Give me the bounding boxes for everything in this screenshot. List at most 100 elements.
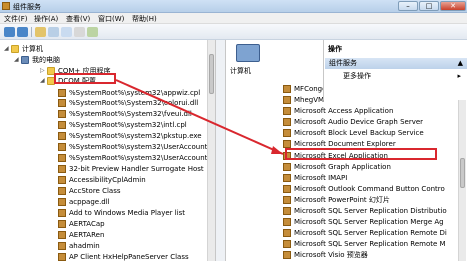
component-icon: [283, 85, 291, 93]
collapse-icon[interactable]: ◢: [4, 44, 11, 54]
tree-item[interactable]: %SystemRoot%\system32\pkstup.exe: [58, 131, 202, 141]
list-item[interactable]: Microsoft SQL Server Replication Distrib…: [283, 206, 447, 216]
tree-item-label: AP Client HxHelpPaneServer Class: [69, 253, 189, 261]
component-icon: [283, 240, 291, 248]
action-pane: 操作 组件服务 ▲ 更多操作 ▸: [323, 40, 467, 100]
list-item-label: Microsoft Document Explorer: [294, 140, 396, 148]
tree-item[interactable]: %SystemRoot%\system32\UserAccountContr: [58, 153, 215, 163]
tree-item[interactable]: ahadmin: [58, 241, 100, 251]
tree-item[interactable]: AccStore Class: [58, 186, 121, 196]
list-item-label: Microsoft IMAPI: [294, 174, 348, 182]
component-icon: [283, 129, 291, 137]
tree-scrollbar[interactable]: [207, 40, 215, 261]
list-item[interactable]: Microsoft IMAPI: [283, 173, 347, 183]
tree-item[interactable]: %SystemRoot%\system32\appwiz.cpl: [58, 88, 200, 98]
folder-icon: [11, 45, 19, 53]
list-item[interactable]: Microsoft Access Application: [283, 106, 393, 116]
back-icon[interactable]: [4, 27, 15, 37]
list-scrollbar[interactable]: [458, 100, 466, 261]
list-item[interactable]: Microsoft Visio 预览器: [283, 250, 368, 260]
component-icon: [283, 229, 291, 237]
scrollbar-thumb[interactable]: [209, 54, 214, 94]
tree-item[interactable]: acppage.dll: [58, 197, 110, 207]
arrowhead: [271, 146, 283, 154]
tree-item[interactable]: %SystemRoot%\System32\fveui.dll: [58, 109, 192, 119]
properties-icon[interactable]: [74, 27, 85, 37]
tree-item[interactable]: AP Client HxHelpPaneServer Class: [58, 252, 189, 261]
component-icon: [283, 218, 291, 226]
list-item[interactable]: Microsoft SQL Server Replication Remote …: [283, 228, 447, 238]
tree-item[interactable]: Add to Windows Media Player list: [58, 208, 185, 218]
maximize-button[interactable]: □: [419, 1, 439, 11]
tree-item[interactable]: AERTARen: [58, 230, 104, 240]
component-icon: [58, 89, 66, 97]
list-item-label: Microsoft SQL Server Replication Merge A…: [294, 218, 444, 226]
menu-view[interactable]: 查看(V): [66, 14, 90, 24]
help-icon[interactable]: [87, 27, 98, 37]
list-item-label: Microsoft Block Level Backup Service: [294, 129, 424, 137]
list-item-label: Microsoft Audio Device Graph Server: [294, 118, 424, 126]
tree-item-label: AccStore Class: [69, 187, 121, 195]
component-icon: [58, 176, 66, 184]
list-item[interactable]: Microsoft Audio Device Graph Server: [283, 117, 423, 127]
toolbar-separator: [31, 27, 32, 37]
list-item-label: Microsoft Graph Application: [294, 163, 391, 171]
list-item[interactable]: Microsoft Block Level Backup Service: [283, 128, 424, 138]
tree-item[interactable]: %SystemRoot%\System32\colorui.dll: [58, 98, 198, 108]
component-icon: [58, 132, 66, 140]
list-item[interactable]: Microsoft SQL Server Replication Merge A…: [283, 217, 444, 227]
tree-item-label: %SystemRoot%\System32\fveui.dll: [69, 110, 192, 118]
list-item[interactable]: MhegVM: [283, 95, 324, 105]
list-item-label: Microsoft SQL Server Replication Remote …: [294, 240, 446, 248]
list-item[interactable]: Microsoft PowerPoint 幻灯片: [283, 195, 390, 205]
list-item[interactable]: Microsoft Outlook Command Button Contro: [283, 184, 445, 194]
action-section-label: 组件服务: [329, 59, 357, 67]
collapse-arrow-icon[interactable]: ▲: [458, 58, 463, 69]
show-tree-icon[interactable]: [48, 27, 59, 37]
expand-icon[interactable]: ▷: [40, 66, 47, 76]
middle-item-label[interactable]: 计算机: [230, 66, 251, 76]
component-icon: [58, 242, 66, 250]
component-icon: [58, 110, 66, 118]
close-button[interactable]: ✕: [440, 1, 466, 11]
list-view-icon[interactable]: [61, 27, 72, 37]
tree-item[interactable]: %SystemRoot%\system32\UserAccountContr: [58, 142, 215, 152]
collapse-icon[interactable]: ◢: [14, 55, 21, 65]
menu-file[interactable]: 文件(F): [4, 14, 28, 24]
action-section-component-services[interactable]: 组件服务 ▲: [325, 58, 467, 69]
tree-item[interactable]: 32-bit Preview Handler Surrogate Host: [58, 164, 204, 174]
list-item-label: Microsoft SQL Server Replication Remote …: [294, 229, 447, 237]
list-item-label: Microsoft Access Application: [294, 107, 394, 115]
more-actions-item[interactable]: 更多操作 ▸: [325, 71, 467, 82]
component-icon: [283, 107, 291, 115]
list-item[interactable]: Microsoft SQL Server Replication Remote …: [283, 239, 446, 249]
tree-item[interactable]: AccessibilityCplAdmin: [58, 175, 146, 185]
tree-item-label: 我的电脑: [32, 56, 60, 64]
tree-item-label: 32-bit Preview Handler Surrogate Host: [69, 165, 204, 173]
component-icon: [58, 209, 66, 217]
tree-item-label: AERTARen: [69, 231, 105, 239]
forward-icon[interactable]: [17, 27, 28, 37]
component-icon: [58, 165, 66, 173]
tree-item[interactable]: %SystemRoot%\system32\intl.cpl: [58, 120, 187, 130]
computer-folder-icon[interactable]: [236, 44, 260, 62]
up-folder-icon[interactable]: [35, 27, 46, 37]
tree-item-my-computer[interactable]: ◢ 我的电脑: [14, 55, 60, 65]
menu-help[interactable]: 帮助(H): [132, 14, 157, 24]
list-item-label: MhegVM: [294, 96, 325, 104]
scrollbar-thumb[interactable]: [460, 158, 465, 188]
list-item[interactable]: Microsoft Graph Application: [283, 162, 391, 172]
component-icon: [283, 196, 291, 204]
tree-item-label: ahadmin: [69, 242, 100, 250]
tree-item-label: 计算机: [22, 45, 43, 53]
menu-window[interactable]: 窗口(W): [98, 14, 124, 24]
highlight-excel-application: [285, 148, 437, 160]
tree-item[interactable]: AERTACap: [58, 219, 105, 229]
menu-action[interactable]: 操作(A): [34, 14, 58, 24]
pane-splitter[interactable]: [216, 40, 226, 261]
collapse-icon[interactable]: ◢: [40, 76, 47, 86]
title-bar: 组件服务 – □ ✕: [0, 0, 467, 13]
tree-item-label: %SystemRoot%\system32\intl.cpl: [69, 121, 187, 129]
tree-item-computers[interactable]: ◢ 计算机: [4, 44, 43, 54]
minimize-button[interactable]: –: [398, 1, 418, 11]
